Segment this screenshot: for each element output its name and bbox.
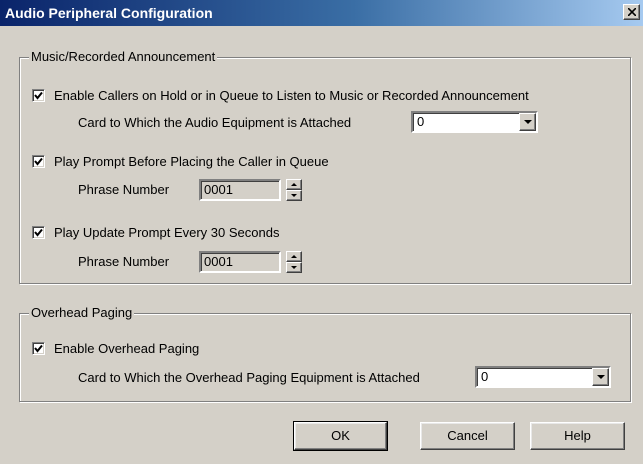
checkmark-icon bbox=[34, 344, 43, 353]
phrase-number-field-1[interactable]: 0001 bbox=[199, 179, 281, 201]
enable-callers-checkbox[interactable] bbox=[32, 89, 45, 102]
spin-up-icon bbox=[291, 183, 297, 186]
close-button[interactable] bbox=[623, 4, 640, 20]
dropdown-arrow-icon bbox=[597, 375, 605, 379]
enable-paging-checkbox[interactable] bbox=[32, 342, 45, 355]
checkmark-icon bbox=[34, 157, 43, 166]
card-audio-value: 0 bbox=[417, 114, 425, 129]
phrase-number-spinner-2[interactable] bbox=[286, 251, 302, 273]
phrase-number-field-2[interactable]: 0001 bbox=[199, 251, 281, 273]
phrase-number-value-2: 0001 bbox=[204, 254, 233, 269]
ok-button[interactable]: OK bbox=[293, 421, 388, 451]
spin-down-icon bbox=[291, 194, 297, 197]
card-paging-label: Card to Which the Overhead Paging Equipm… bbox=[78, 370, 420, 385]
card-paging-select[interactable]: 0 bbox=[475, 366, 611, 388]
spin-down-icon bbox=[291, 266, 297, 269]
card-audio-dropdown-button[interactable] bbox=[519, 113, 536, 131]
update-prompt-label[interactable]: Play Update Prompt Every 30 Seconds bbox=[54, 225, 279, 241]
paging-group-legend: Overhead Paging bbox=[29, 305, 135, 321]
card-audio-select[interactable]: 0 bbox=[411, 111, 538, 133]
dropdown-arrow-icon bbox=[524, 120, 532, 124]
close-icon bbox=[628, 8, 636, 16]
spin-up-icon bbox=[291, 255, 297, 258]
paging-group: Overhead Paging bbox=[19, 305, 631, 402]
spin-up-button-2[interactable] bbox=[286, 251, 302, 262]
spin-down-button-1[interactable] bbox=[286, 190, 302, 201]
phrase-number-spinner-1[interactable] bbox=[286, 179, 302, 201]
card-paging-value: 0 bbox=[481, 369, 489, 384]
play-prompt-label[interactable]: Play Prompt Before Placing the Caller in… bbox=[54, 154, 329, 170]
card-paging-dropdown-button[interactable] bbox=[592, 368, 609, 386]
update-prompt-checkbox[interactable] bbox=[32, 226, 45, 239]
music-group-legend: Music/Recorded Announcement bbox=[29, 49, 218, 65]
phrase-number-value-1: 0001 bbox=[204, 182, 233, 197]
enable-paging-label[interactable]: Enable Overhead Paging bbox=[54, 341, 199, 357]
card-audio-label: Card to Which the Audio Equipment is Att… bbox=[78, 115, 352, 130]
checkmark-icon bbox=[34, 228, 43, 237]
play-prompt-checkbox[interactable] bbox=[32, 155, 45, 168]
spin-up-button-1[interactable] bbox=[286, 179, 302, 190]
title-bar: Audio Peripheral Configuration bbox=[0, 0, 643, 26]
spin-down-button-2[interactable] bbox=[286, 262, 302, 273]
phrase-number-label-2: Phrase Number bbox=[78, 254, 170, 269]
cancel-button[interactable]: Cancel bbox=[420, 422, 515, 450]
help-button[interactable]: Help bbox=[530, 422, 625, 450]
phrase-number-label-1: Phrase Number bbox=[78, 182, 170, 197]
checkmark-icon bbox=[34, 91, 43, 100]
enable-callers-label[interactable]: Enable Callers on Hold or in Queue to Li… bbox=[54, 88, 529, 104]
window-title: Audio Peripheral Configuration bbox=[5, 5, 213, 21]
